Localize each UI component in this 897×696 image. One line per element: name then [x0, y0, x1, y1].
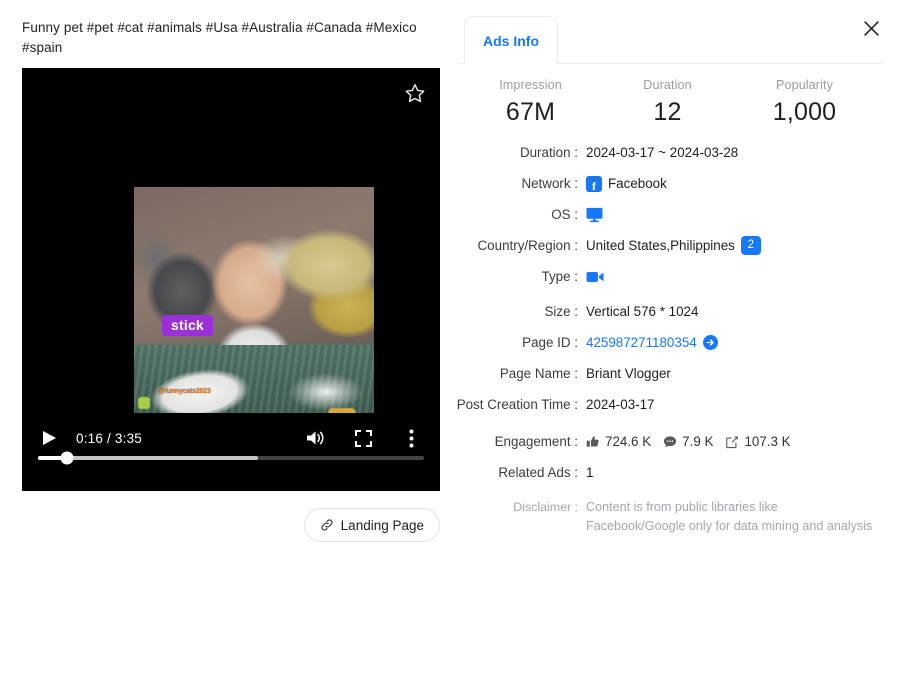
ads-info-panel: Ads Info Impression 67M Duration 12 Popu…: [450, 0, 897, 696]
close-icon: [864, 21, 879, 36]
engagement-comments-value: 7.9 K: [682, 432, 713, 451]
facebook-icon: f: [586, 176, 602, 192]
volume-button[interactable]: [302, 426, 328, 450]
info-row-size: Size : Vertical 576 * 1024: [450, 302, 877, 321]
info-value-related-ads: 1: [586, 463, 593, 482]
info-label-network: Network :: [450, 174, 586, 193]
info-label-os: OS :: [450, 205, 586, 224]
engagement-shares: 107.3 K: [725, 432, 790, 451]
creative-preview-column: Funny pet #pet #cat #animals #Usa #Austr…: [0, 0, 450, 696]
clip-toy-green: [138, 397, 150, 409]
engagement-shares-value: 107.3 K: [744, 432, 790, 451]
star-outline-icon: [404, 82, 426, 104]
info-list: Duration : 2024-03-17 ~ 2024-03-28 Netwo…: [450, 143, 897, 536]
info-label-disclaimer: Disclaimer :: [450, 498, 586, 517]
info-label-post-time: Post Creation Time :: [450, 395, 586, 414]
stat-duration-label: Duration: [599, 78, 736, 92]
info-label-page-id: Page ID :: [450, 333, 586, 352]
fullscreen-button[interactable]: [350, 426, 376, 450]
landing-page-row: Landing Page: [22, 508, 440, 542]
stat-impression-label: Impression: [462, 78, 599, 92]
play-icon: [42, 430, 57, 446]
info-value-network: f Facebook: [586, 174, 667, 193]
engagement-comments: 7.9 K: [663, 432, 713, 451]
info-label-engagement: Engagement :: [450, 432, 586, 451]
info-value-type: [586, 267, 604, 286]
info-row-os: OS :: [450, 205, 877, 224]
arrow-right-circle-icon[interactable]: [703, 335, 718, 350]
engagement-likes-value: 724.6 K: [605, 432, 651, 451]
info-value-os: [586, 205, 603, 224]
link-icon: [320, 518, 334, 532]
ad-title: Funny pet #pet #cat #animals #Usa #Austr…: [22, 18, 432, 58]
landing-page-label: Landing Page: [341, 518, 424, 533]
desktop-icon: [586, 207, 603, 223]
info-row-type: Type :: [450, 267, 877, 286]
info-label-country: Country/Region :: [450, 236, 586, 255]
info-row-page-id: Page ID : 425987271180354: [450, 333, 877, 352]
time-display: 0:16 / 3:35: [76, 431, 142, 446]
info-row-engagement: Engagement : 724.6 K: [450, 432, 877, 451]
progress-track: [38, 456, 424, 460]
clip-blanket-right: [280, 369, 372, 415]
info-value-post-time: 2024-03-17: [586, 395, 655, 414]
info-label-size: Size :: [450, 302, 586, 321]
video-player[interactable]: How much do cats love their human cubs? …: [22, 68, 440, 491]
info-label-related-ads: Related Ads :: [450, 463, 586, 482]
info-row-related-ads: Related Ads : 1: [450, 463, 877, 482]
stat-impression: Impression 67M: [462, 78, 599, 127]
info-label-duration: Duration :: [450, 143, 586, 162]
video-clip: How much do cats love their human cubs? …: [134, 187, 374, 431]
stat-popularity-value: 1,000: [736, 98, 873, 127]
info-value-disclaimer: Content is from public libraries like Fa…: [586, 498, 877, 536]
share-icon: [725, 435, 739, 449]
play-button[interactable]: [38, 427, 60, 449]
info-row-disclaimer: Disclaimer : Content is from public libr…: [450, 498, 877, 536]
info-row-post-time: Post Creation Time : 2024-03-17: [450, 395, 877, 414]
stat-duration: Duration 12: [599, 78, 736, 127]
progress-handle[interactable]: [60, 452, 73, 465]
thumbs-up-icon: [586, 435, 600, 449]
info-value-network-text: Facebook: [608, 174, 667, 193]
info-value-page-name: Briant Vlogger: [586, 364, 671, 383]
video-camera-icon: [586, 270, 604, 284]
landing-page-button[interactable]: Landing Page: [304, 508, 440, 542]
player-controls: 0:16 / 3:35: [22, 413, 440, 491]
country-count-badge[interactable]: 2: [741, 236, 761, 255]
info-value-country-text: United States,Philippines: [586, 236, 735, 255]
engagement-likes: 724.6 K: [586, 432, 651, 451]
volume-icon: [305, 429, 325, 447]
info-value-page-id: 425987271180354: [586, 333, 718, 352]
tab-strip: Ads Info: [458, 8, 883, 64]
more-vertical-icon: [409, 429, 414, 448]
stat-impression-value: 67M: [462, 98, 599, 127]
fullscreen-icon: [355, 430, 372, 447]
stat-duration-value: 12: [599, 98, 736, 127]
more-options-button[interactable]: [398, 426, 424, 450]
info-row-network: Network : f Facebook: [450, 174, 877, 193]
comment-icon: [663, 435, 677, 449]
info-value-duration: 2024-03-17 ~ 2024-03-28: [586, 143, 738, 162]
video-sticker: stick: [162, 315, 213, 336]
info-row-page-name: Page Name : Briant Vlogger: [450, 364, 877, 383]
player-controls-row: 0:16 / 3:35: [38, 425, 424, 451]
info-value-country: United States,Philippines 2: [586, 236, 761, 255]
close-button[interactable]: [857, 14, 885, 42]
favorite-button[interactable]: [400, 78, 430, 108]
info-row-country: Country/Region : United States,Philippin…: [450, 236, 877, 255]
video-watermark: @funnycats2023: [158, 388, 211, 395]
ad-detail-modal: Funny pet #pet #cat #animals #Usa #Austr…: [0, 0, 897, 696]
tab-ads-info-label: Ads Info: [483, 33, 539, 49]
info-value-engagement: 724.6 K 7.9 K: [586, 432, 803, 451]
info-value-size: Vertical 576 * 1024: [586, 302, 698, 321]
stat-popularity-label: Popularity: [736, 78, 873, 92]
tab-ads-info[interactable]: Ads Info: [464, 16, 558, 64]
page-id-link[interactable]: 425987271180354: [586, 333, 697, 352]
info-row-duration: Duration : 2024-03-17 ~ 2024-03-28: [450, 143, 877, 162]
progress-bar[interactable]: [38, 453, 424, 463]
info-label-type: Type :: [450, 267, 586, 286]
stat-popularity: Popularity 1,000: [736, 78, 873, 127]
stats-row: Impression 67M Duration 12 Popularity 1,…: [450, 78, 897, 127]
info-label-page-name: Page Name :: [450, 364, 586, 383]
